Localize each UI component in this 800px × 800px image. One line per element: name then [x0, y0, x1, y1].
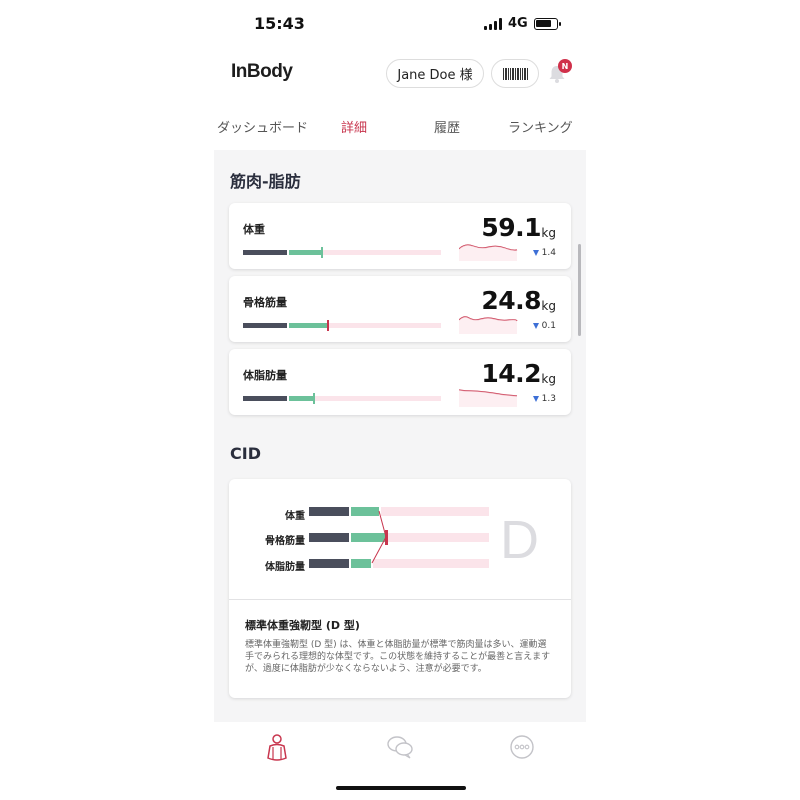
tab-details[interactable]: 詳細: [341, 117, 367, 136]
home-indicator[interactable]: [336, 786, 466, 790]
skeletal-muscle-card[interactable]: 骨格筋量 24.8 kg 0.1: [229, 276, 571, 342]
body-fat-card[interactable]: 体脂肪量 14.2 kg 1.3: [229, 349, 571, 415]
more-icon[interactable]: [509, 734, 535, 760]
user-name-button[interactable]: Jane Doe 様: [386, 59, 484, 88]
status-indicators: 4G: [484, 16, 561, 31]
cid-row-label: 骨格筋量: [265, 536, 305, 547]
cid-type-letter: D: [500, 510, 539, 570]
metric-delta: 1.3: [532, 394, 556, 404]
scrollbar[interactable]: [578, 244, 581, 336]
metric-unit: kg: [541, 226, 556, 240]
metric-marker: [321, 247, 323, 258]
metric-label: 体脂肪量: [243, 369, 287, 382]
network-label: 4G: [508, 16, 528, 31]
cid-chart: [309, 507, 489, 568]
tab-bar: ダッシュボード 詳細 履歴 ランキング: [214, 117, 586, 137]
chat-icon[interactable]: [386, 734, 414, 760]
metric-unit: kg: [541, 299, 556, 313]
tab-dashboard[interactable]: ダッシュボード: [217, 117, 308, 136]
metric-marker: [327, 320, 329, 331]
metric-bar: [243, 393, 443, 404]
barcode-icon: [502, 67, 528, 80]
cid-description: 標準体重強靭型 (D 型) は、体重と体脂肪量が標準で筋肉量は多い、運動選手でみ…: [245, 640, 551, 674]
notification-badge: N: [558, 59, 572, 73]
battery-icon: [533, 17, 561, 30]
signal-icon: [484, 17, 502, 30]
detail-content[interactable]: 筋肉-脂肪 体重 59.1 kg 1.4 骨格筋量 24.8 kg 0.1 体脂…: [214, 150, 586, 722]
metric-bar: [243, 320, 443, 331]
app-logo: InBody: [231, 61, 293, 82]
metric-bar: [243, 247, 443, 258]
metric-value: 14.2: [481, 359, 541, 388]
metric-value: 59.1: [481, 213, 541, 242]
cid-row-label: 体脂肪量: [265, 562, 305, 573]
cid-title: CID: [230, 444, 261, 463]
metric-unit: kg: [541, 372, 556, 386]
metric-delta-value: 1.4: [541, 248, 556, 258]
down-arrow-icon: [532, 323, 539, 329]
bottom-nav: [214, 722, 586, 772]
divider: [229, 599, 571, 600]
status-time: 15:43: [254, 14, 305, 33]
metric-delta: 1.4: [532, 248, 556, 258]
muscle-fat-title: 筋肉-脂肪: [230, 172, 301, 191]
metric-delta-value: 0.1: [541, 321, 556, 331]
barcode-button[interactable]: [491, 59, 539, 88]
metric-delta-value: 1.3: [541, 394, 556, 404]
cid-card[interactable]: 体重 骨格筋量 体脂肪量 D 標準体重強靭型 (D 型) 標準体重強靭型 (D …: [229, 479, 571, 698]
down-arrow-icon: [532, 250, 539, 256]
body-composition-icon[interactable]: [263, 734, 291, 764]
weight-card[interactable]: 体重 59.1 kg 1.4: [229, 203, 571, 269]
tab-ranking[interactable]: ランキング: [508, 117, 573, 136]
cid-row-label: 体重: [285, 511, 305, 522]
metric-label: 体重: [243, 223, 265, 236]
cid-type-title: 標準体重強靭型 (D 型): [245, 619, 360, 632]
metric-delta: 0.1: [532, 321, 556, 331]
tab-history[interactable]: 履歴: [434, 117, 460, 136]
metric-marker: [313, 393, 315, 404]
down-arrow-icon: [532, 396, 539, 402]
metric-label: 骨格筋量: [243, 296, 287, 309]
metric-value: 24.8: [481, 286, 541, 315]
